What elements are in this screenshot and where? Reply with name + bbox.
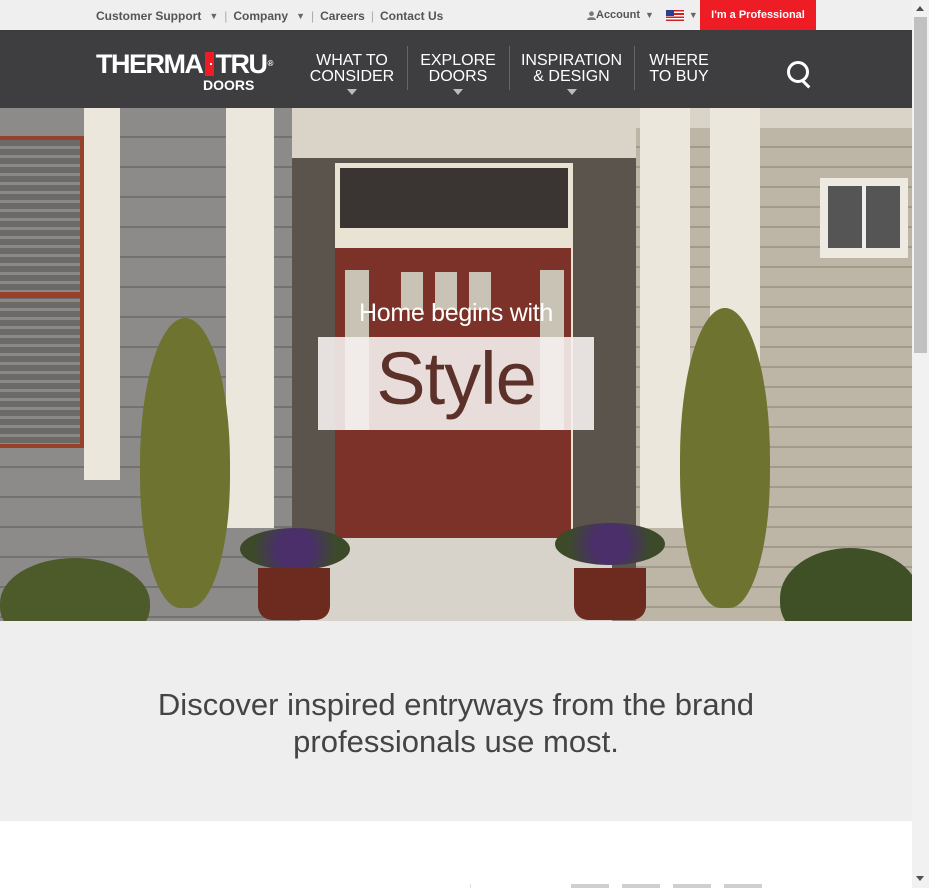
hero-topiary-left [140, 318, 230, 608]
nav-label-line1: EXPLORE [420, 52, 496, 69]
divider: | [370, 9, 374, 23]
careers-link[interactable]: Careers [320, 9, 365, 23]
logo[interactable]: THERMA TRU ® DOORS [96, 49, 274, 93]
nav-divider [509, 46, 510, 90]
user-icon[interactable] [587, 10, 596, 20]
chevron-down-icon[interactable]: ▼ [689, 10, 698, 20]
logo-word-left: THERMA [96, 49, 204, 79]
scroll-up-icon[interactable] [916, 6, 924, 11]
hero-headline: Style [376, 337, 537, 420]
nav-label-line2: CONSIDER [309, 68, 395, 85]
nav-label-line1: WHERE [649, 52, 709, 69]
hero-transom [340, 168, 568, 228]
hero-topiary-right [680, 308, 770, 608]
divider: | [311, 9, 315, 23]
logo-word-right: TRU [215, 49, 269, 79]
nav-item-explore-doors[interactable]: EXPLORE DOORS [416, 30, 500, 108]
hero-trim [84, 108, 120, 480]
nav-divider [634, 46, 635, 90]
main-nav: THERMA TRU ® DOORS WHAT TO CONSIDER EXPLO… [0, 30, 912, 108]
utility-links: Customer Support ▼ | Company ▼ | Careers… [96, 9, 443, 23]
nav-label-line2: TO BUY [649, 68, 709, 85]
hero-flowers-right [555, 523, 665, 565]
scrollbar-thumb[interactable] [914, 17, 927, 353]
chevron-down-icon[interactable]: ▼ [209, 11, 218, 21]
utility-bar: Customer Support ▼ | Company ▼ | Careers… [0, 0, 912, 43]
company-link[interactable]: Company [233, 9, 288, 23]
discover-text: Discover inspired entryways from the bra… [0, 686, 912, 760]
logo-subtitle: DOORS [203, 77, 255, 93]
door-icon [204, 52, 214, 76]
logo-wordmark: THERMA TRU ® [96, 49, 274, 79]
customer-support-link[interactable]: Customer Support [96, 9, 201, 23]
discover-line-1: Discover inspired entryways from the bra… [157, 687, 755, 722]
thumbnail-tab[interactable] [571, 884, 609, 888]
discover-line-2: professionals use most. [293, 724, 619, 759]
nav-item-where-to-buy[interactable]: WHERE TO BUY [643, 30, 715, 108]
lower-section [0, 821, 912, 888]
chevron-down-icon[interactable] [347, 89, 357, 95]
hero-flowers-left [240, 528, 350, 570]
section-divider [470, 884, 471, 888]
thumbnail-tab[interactable] [673, 884, 711, 888]
nav-item-inspiration-design[interactable]: INSPIRATION & DESIGN [518, 30, 625, 108]
nav-divider [407, 46, 408, 90]
nav-label-line2: & DESIGN [533, 68, 610, 85]
hero-headline-box: Style [318, 337, 594, 430]
registered-mark: ® [267, 59, 274, 68]
chevron-down-icon[interactable] [566, 89, 577, 95]
scroll-down-icon[interactable] [916, 876, 924, 881]
search-icon[interactable] [787, 61, 809, 83]
chevron-down-icon[interactable]: ▼ [296, 11, 305, 21]
professional-button[interactable]: I'm a Professional [700, 0, 816, 43]
hero-tagline: Home begins with [359, 299, 553, 327]
nav-item-what-to-consider[interactable]: WHAT TO CONSIDER [305, 30, 399, 108]
account-area: Account ▼ ▼ [587, 9, 698, 21]
vertical-scrollbar[interactable] [912, 0, 929, 888]
nav-label-line1: WHAT TO [316, 52, 388, 69]
contact-us-link[interactable]: Contact Us [380, 9, 443, 23]
hero-right-window [820, 178, 908, 258]
hero-left-window [0, 136, 84, 448]
hero-planter-right [574, 568, 646, 620]
divider: | [224, 9, 228, 23]
chevron-down-icon[interactable]: ▼ [645, 10, 654, 20]
chevron-down-icon[interactable] [453, 89, 463, 95]
nav-label-line1: INSPIRATION [520, 52, 623, 69]
us-flag-icon[interactable] [665, 9, 684, 21]
thumbnail-tab[interactable] [622, 884, 660, 888]
nav-label-line2: DOORS [428, 68, 488, 85]
hero-planter-left [258, 568, 330, 620]
account-link[interactable]: Account [596, 9, 640, 21]
thumbnail-tab[interactable] [724, 884, 762, 888]
discover-section: Discover inspired entryways from the bra… [0, 621, 912, 821]
